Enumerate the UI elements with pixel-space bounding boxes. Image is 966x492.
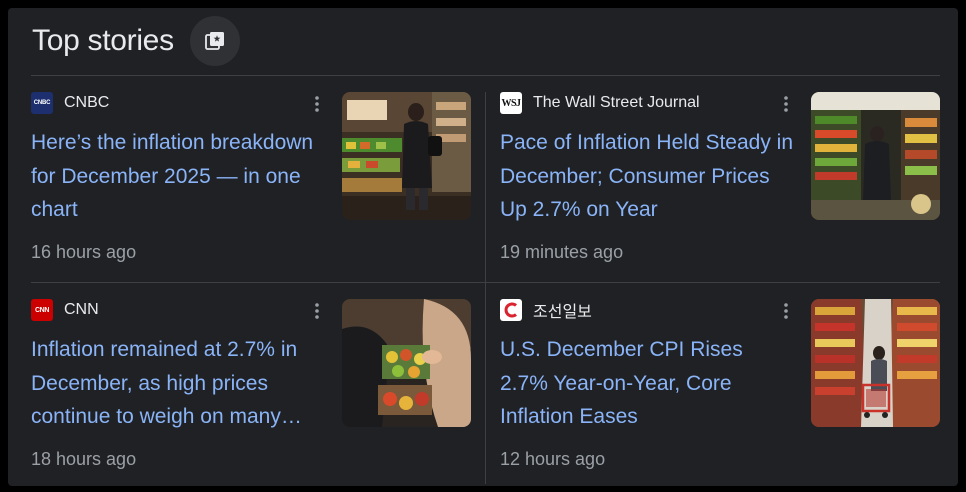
story-timestamp: 12 hours ago [500,449,606,469]
top-stories-header: Top stories [32,8,240,74]
grocery-store-image [342,92,471,220]
chosun-favicon-icon [500,299,522,321]
story-source: 조선일보 [500,299,592,321]
column-divider [485,92,486,484]
story-card-wsj[interactable]: WSJ The Wall Street Journal Pace of Infl… [500,92,950,282]
source-name: 조선일보 [533,304,592,321]
story-source: CNBC CNBC [31,92,109,114]
cnbc-favicon-icon: CNBC [31,92,53,114]
favicon-text: CNBC [33,100,51,106]
source-name: The Wall Street Journal [533,94,700,111]
story-headline[interactable]: U.S. December CPI Rises 2.7% Year-on-Yea… [500,333,795,434]
more-vert-icon [784,303,788,319]
story-thumbnail[interactable] [342,299,471,427]
more-options-button[interactable] [308,299,326,323]
more-vert-icon [784,96,788,112]
story-source: WSJ The Wall Street Journal [500,92,700,114]
source-name: CNN [64,301,99,318]
produce-aisle-image [811,92,940,220]
wsj-favicon-icon: WSJ [500,92,522,114]
more-stories-button[interactable] [189,16,240,66]
story-headline[interactable]: Inflation remained at 2.7% in December, … [31,333,326,434]
story-timestamp: 16 hours ago [31,242,137,262]
story-card-cnn[interactable]: CNN CNN Inflation remained at 2.7% in De… [31,299,481,486]
more-vert-icon [315,303,319,319]
cnn-favicon-icon: CNN [31,299,53,321]
story-headline[interactable]: Pace of Inflation Held Steady in Decembe… [500,126,795,227]
more-options-button[interactable] [308,92,326,116]
more-options-button[interactable] [777,92,795,116]
section-title: Top stories [32,24,174,57]
more-vert-icon [315,96,319,112]
chosun-logo-icon [504,302,517,318]
more-options-button[interactable] [777,299,795,323]
shopper-produce-image [342,299,471,427]
favicon-text: CNN [35,306,49,314]
story-source: CNN CNN [31,299,99,321]
story-thumbnail[interactable] [342,92,471,220]
story-card-cnbc[interactable]: CNBC CNBC Here’s the inflation breakdown… [31,92,481,282]
header-divider [31,75,940,76]
story-thumbnail[interactable] [811,92,940,220]
store-aisle-image [811,299,940,427]
news-stack-icon [204,32,224,50]
story-thumbnail[interactable] [811,299,940,427]
story-timestamp: 19 minutes ago [500,242,624,262]
top-stories-panel: Top stories CNBC CNBC Here’s the inflati… [8,8,958,486]
story-timestamp: 18 hours ago [31,449,137,469]
source-name: CNBC [64,94,110,111]
favicon-text: WSJ [501,97,521,109]
story-headline[interactable]: Here’s the inflation breakdown for Decem… [31,126,326,227]
story-card-chosun[interactable]: 조선일보 U.S. December CPI Rises 2.7% Year-o… [500,299,950,486]
